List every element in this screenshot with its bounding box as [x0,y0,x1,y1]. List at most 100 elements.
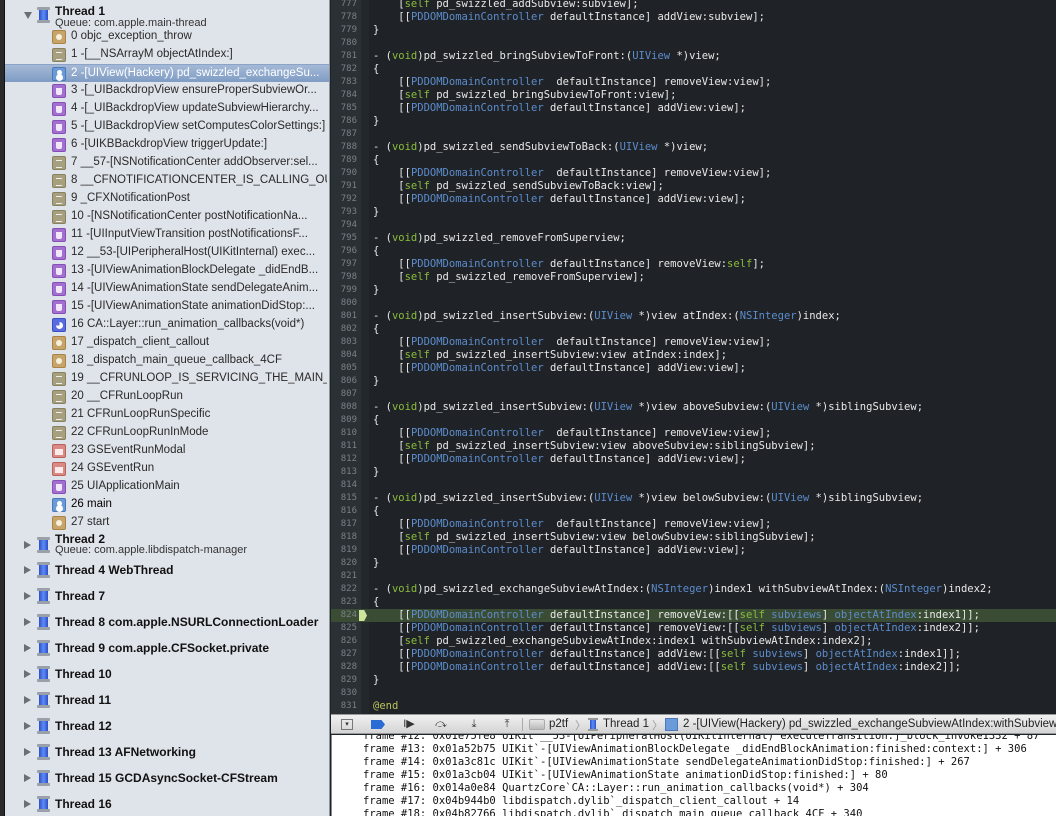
breadcrumb-thread[interactable]: Thread 1 [603,718,649,730]
code-line[interactable]: 810 [[PDDOMDomainController defaultInsta… [331,427,1056,440]
stack-frame-row[interactable]: 9 _CFXNotificationPost [5,190,329,208]
disclosure-triangle-open-icon[interactable] [24,12,32,19]
stack-frame-row[interactable]: 18 _dispatch_main_queue_callback_4CF [5,352,329,370]
thread-row-1[interactable]: Thread 1 Queue: com.apple.main-thread [5,2,329,29]
code-line[interactable]: 794 [331,219,1056,232]
breadcrumb-frame[interactable]: 2 -[UIView(Hackery) pd_swizzled_exchange… [683,718,1056,730]
code-line[interactable]: 807 [331,388,1056,401]
code-line[interactable]: 789 { [331,154,1056,167]
breakpoints-toggle-button[interactable] [371,718,387,731]
thread-row[interactable]: Thread 7 [5,587,329,613]
code-line[interactable]: 777 [self pd_swizzled_addSubview:subview… [331,0,1056,11]
thread-row[interactable]: Thread 11 [5,691,329,717]
disclosure-triangle-closed-icon[interactable] [24,670,31,678]
code-line[interactable]: 802 { [331,323,1056,336]
code-line[interactable]: 820} [331,557,1056,570]
disclosure-triangle-closed-icon[interactable] [24,774,31,782]
stack-frame-row[interactable]: 5 -[_UIBackdropView setComputesColorSett… [5,118,329,136]
stack-frame-row[interactable]: 1 -[__NSArrayM objectAtIndex:] [5,46,329,64]
thread-row[interactable]: Thread 16 [5,795,329,816]
instruction-pointer-icon[interactable] [359,610,367,621]
disclosure-triangle-closed-icon[interactable] [24,800,31,808]
source-editor[interactable]: 777 [self pd_swizzled_addSubview:subview… [331,0,1056,714]
stack-frame-row[interactable]: 13 -[UIViewAnimationBlockDelegate _didEn… [5,262,329,280]
stack-frame-row[interactable]: 22 CFRunLoopRunInMode [5,424,329,442]
disclosure-triangle-closed-icon[interactable] [24,722,31,730]
code-line[interactable]: 823 { [331,596,1056,609]
code-line[interactable]: 780 [331,37,1056,50]
stack-frame-row[interactable]: 19 __CFRUNLOOP_IS_SERVICING_THE_MAIN_DI.… [5,370,329,388]
code-line[interactable]: 824 [[PDDOMDomainController defaultInsta… [331,609,1056,622]
code-line[interactable]: 805 [[PDDOMDomainController defaultInsta… [331,362,1056,375]
code-line[interactable]: 818 [self pd_swizzled_insertSubview:view… [331,531,1056,544]
code-line[interactable]: 806} [331,375,1056,388]
code-line[interactable]: 822 - (void)pd_swizzled_exchangeSubviewAt… [331,583,1056,596]
code-line[interactable]: 782 { [331,63,1056,76]
stack-frame-row[interactable]: 12 __53-[UIPeripheralHost(UIKitInternal)… [5,244,329,262]
breadcrumb-project[interactable]: p2tf [549,718,568,730]
code-line[interactable]: 793} [331,206,1056,219]
thread-row[interactable]: Thread 15 GCDAsyncSocket-CFStream [5,769,329,795]
code-line[interactable]: 804 [self pd_swizzled_insertSubview:view… [331,349,1056,362]
stack-frame-row[interactable]: 20 __CFRunLoopRun [5,388,329,406]
thread-row[interactable]: Thread 12 [5,717,329,743]
stack-frame-row[interactable]: 17 _dispatch_client_callout [5,334,329,352]
code-line[interactable]: 827 [[PDDOMDomainController defaultInsta… [331,648,1056,661]
code-line[interactable]: 786} [331,115,1056,128]
code-line[interactable]: 811 [self pd_swizzled_insertSubview:view… [331,440,1056,453]
code-line[interactable]: 821 [331,570,1056,583]
stack-frame-row[interactable]: 8 __CFNOTIFICATIONCENTER_IS_CALLING_OU..… [5,172,329,190]
stack-frame-row[interactable]: 15 -[UIViewAnimationState animationDidSt… [5,298,329,316]
step-over-button[interactable]: ⤼ [433,718,449,731]
stack-frame-row[interactable]: 24 GSEventRun [5,460,329,478]
thread-row[interactable]: Thread 13 AFNetworking [5,743,329,769]
code-line[interactable]: 784 [self pd_swizzled_bringSubviewToFron… [331,89,1056,102]
code-line[interactable]: 799} [331,284,1056,297]
code-line[interactable]: 813} [331,466,1056,479]
stack-frame-row[interactable]: 11 -[UIInputViewTransition postNotificat… [5,226,329,244]
stack-frame-row[interactable]: 16 CA::Layer::run_animation_callbacks(vo… [5,316,329,334]
step-out-button[interactable]: ⤒ [499,718,515,731]
disclosure-triangle-closed-icon[interactable] [24,566,31,574]
code-line[interactable]: 779} [331,24,1056,37]
code-line[interactable]: 815 - (void)pd_swizzled_insertSubview:(UI… [331,492,1056,505]
disclosure-triangle-closed-icon[interactable] [24,696,31,704]
thread-row[interactable]: Thread 2 Queue: com.apple.libdispatch-man… [5,530,329,556]
disclosure-triangle-closed-icon[interactable] [24,541,31,549]
code-line[interactable]: 790 [[PDDOMDomainController defaultInsta… [331,167,1056,180]
disclosure-triangle-closed-icon[interactable] [24,592,31,600]
continue-button[interactable]: I▶ [401,718,417,731]
code-line[interactable]: 803 [[PDDOMDomainController defaultInsta… [331,336,1056,349]
code-line[interactable]: 808 - (void)pd_swizzled_insertSubview:(UI… [331,401,1056,414]
code-line[interactable]: 800 [331,297,1056,310]
code-line[interactable]: 787 [331,128,1056,141]
code-line[interactable]: 817 [[PDDOMDomainController defaultInsta… [331,518,1056,531]
stack-frame-row[interactable]: 7 __57-[NSNotificationCenter addObserver… [5,154,329,172]
stack-frame-row[interactable]: 25 UIApplicationMain [5,478,329,496]
stack-frame-row[interactable]: 14 -[UIViewAnimationState sendDelegateAn… [5,280,329,298]
code-line[interactable]: 828 [[PDDOMDomainController defaultInsta… [331,661,1056,674]
stack-frame-row[interactable]: 0 objc_exception_throw [5,28,329,46]
step-into-button[interactable]: ⤓ [466,718,482,731]
code-line[interactable]: 785 [[PDDOMDomainController defaultInsta… [331,102,1056,115]
stack-frame-row[interactable]: 3 -[_UIBackdropView ensureProperSubviewO… [5,82,329,100]
stack-frame-row[interactable]: 26 main [5,496,329,514]
code-line[interactable]: 825 [[PDDOMDomainController defaultInsta… [331,622,1056,635]
code-line[interactable]: 809 { [331,414,1056,427]
thread-row[interactable]: Thread 10 [5,665,329,691]
code-line[interactable]: 795 - (void)pd_swizzled_removeFromSupervi… [331,232,1056,245]
code-line[interactable]: 792 [[PDDOMDomainController defaultInsta… [331,193,1056,206]
stack-frame-row[interactable]: 21 CFRunLoopRunSpecific [5,406,329,424]
debug-console[interactable]: frame #12: 0x01e75fe8 UIKit`__53-[UIPeri… [331,735,1056,816]
stack-frame-row[interactable]: 23 GSEventRunModal [5,442,329,460]
code-line[interactable]: 831 @end [331,700,1056,713]
stack-frame-row[interactable]: 2 -[UIView(Hackery) pd_swizzled_exchange… [5,64,329,82]
disclosure-triangle-closed-icon[interactable] [24,618,31,626]
code-line[interactable]: 812 [[PDDOMDomainController defaultInsta… [331,453,1056,466]
toggle-console-button[interactable]: ▾ [341,719,353,730]
code-line[interactable]: 781 - (void)pd_swizzled_bringSubviewToFro… [331,50,1056,63]
code-line[interactable]: 819 [[PDDOMDomainController defaultInsta… [331,544,1056,557]
code-line[interactable]: 826 [self pd_swizzled_exchangeSubviewAtI… [331,635,1056,648]
code-line[interactable]: 829} [331,674,1056,687]
code-line[interactable]: 798 [self pd_swizzled_removeFromSupervie… [331,271,1056,284]
